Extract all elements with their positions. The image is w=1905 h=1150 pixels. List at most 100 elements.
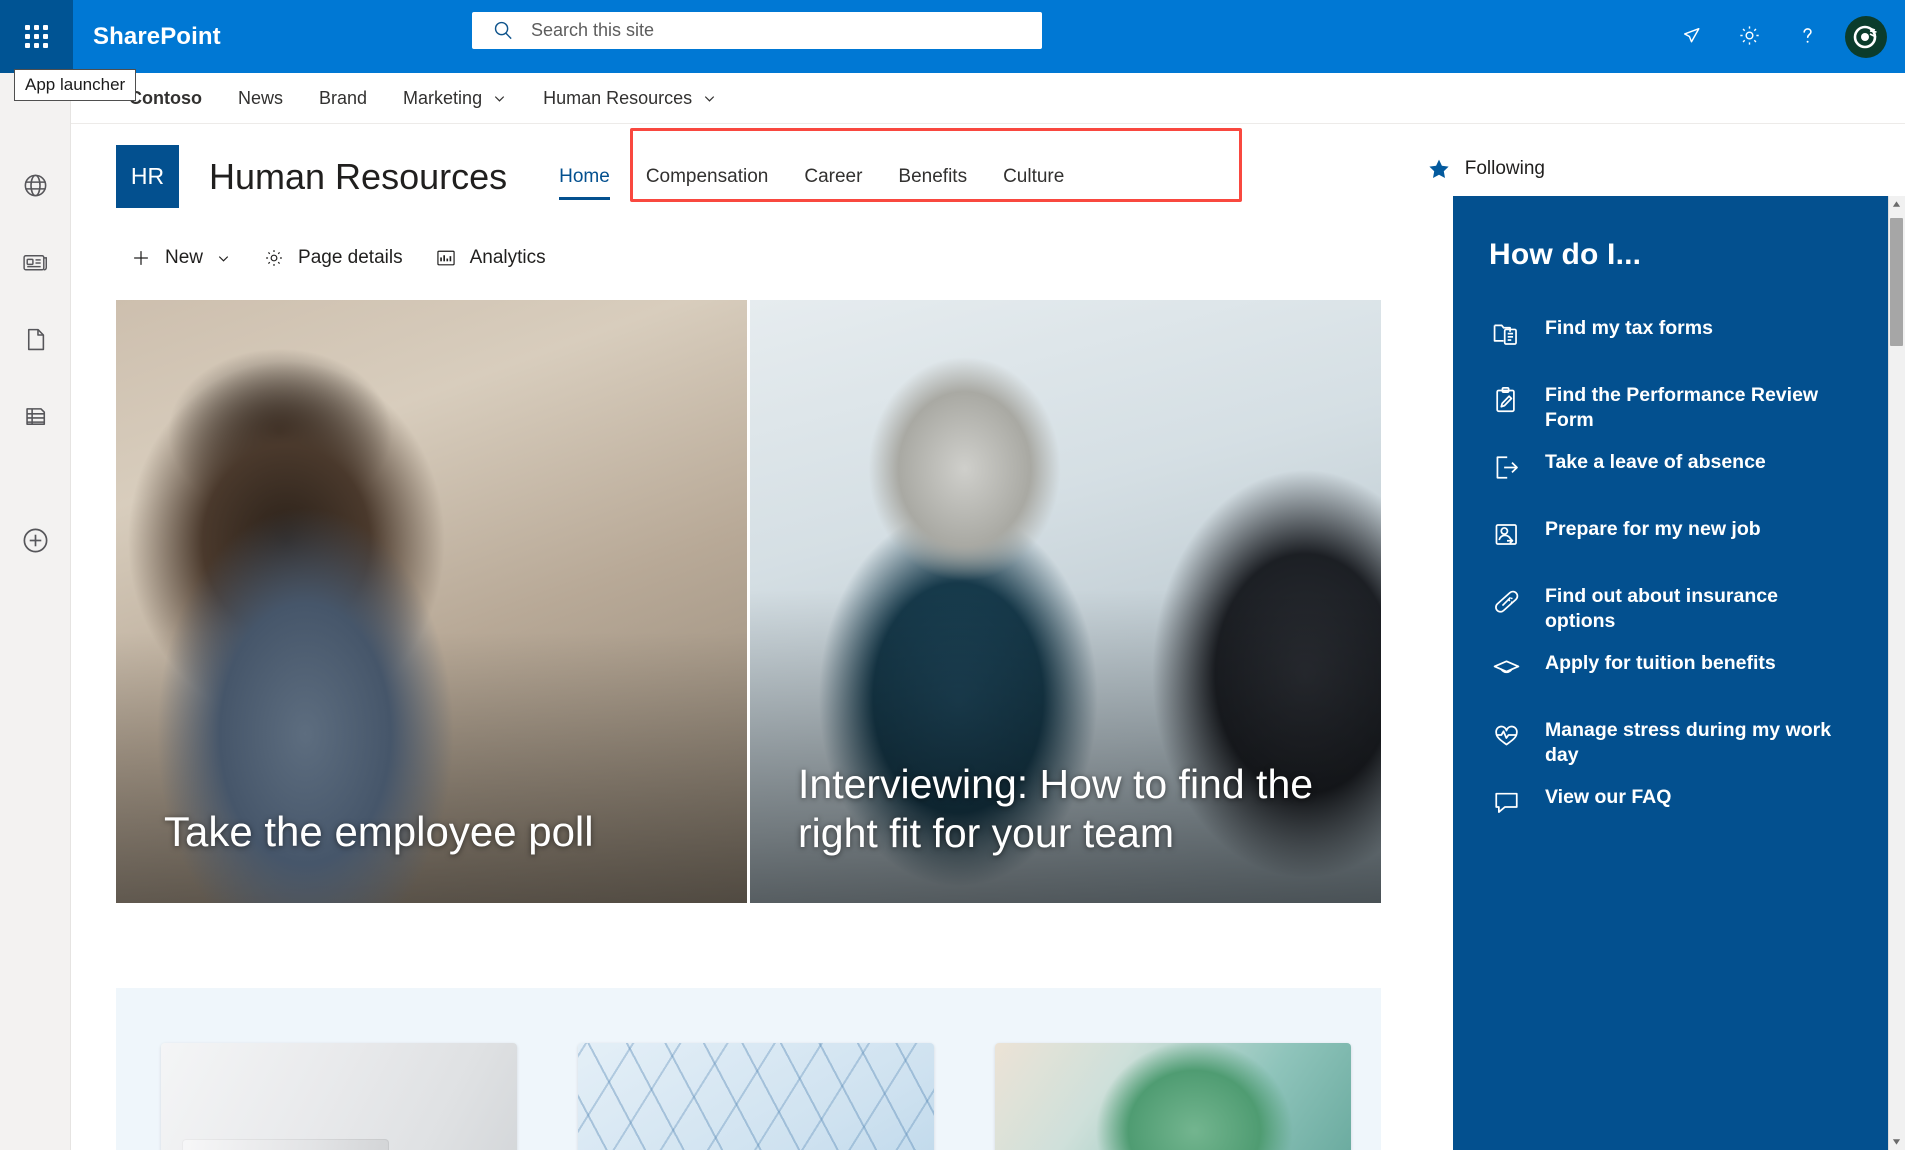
- how-do-i-item-leave-of-absence[interactable]: Take a leave of absence: [1489, 450, 1905, 517]
- news-card-image: [578, 1043, 934, 1150]
- how-do-i-item-tuition[interactable]: Apply for tuition benefits: [1489, 651, 1905, 718]
- sign-out-icon: [1489, 450, 1523, 483]
- clipboard-edit-icon: [1489, 383, 1523, 416]
- plus-circle-icon: [21, 526, 50, 560]
- following-button[interactable]: Following: [1427, 157, 1545, 181]
- app-launcher-button[interactable]: [0, 0, 73, 73]
- nav-label: Home: [559, 165, 610, 187]
- hero-web-part: Take the employee poll Interviewing: How…: [116, 300, 1381, 903]
- nav-item-career[interactable]: Career: [786, 154, 880, 200]
- topnav-label: Marketing: [403, 87, 483, 108]
- how-do-i-label: Find my tax forms: [1545, 317, 1713, 339]
- topnav-item-human-resources[interactable]: Human Resources: [525, 73, 735, 124]
- graduation-cap-icon: [1489, 651, 1523, 684]
- document-icon: [22, 326, 49, 358]
- left-rail: [0, 73, 71, 1150]
- news-cards-row: [161, 1043, 1381, 1150]
- gear-icon: [263, 247, 285, 269]
- nav-label: Compensation: [645, 165, 769, 187]
- suite-bar: SharePoint: [0, 0, 1905, 73]
- news-card-image: [995, 1043, 1351, 1150]
- following-label: Following: [1464, 158, 1545, 179]
- topnav-label: Contoso: [129, 87, 202, 108]
- how-do-i-item-tax-forms[interactable]: Find my tax forms: [1489, 316, 1905, 383]
- site-top-navigation: Contoso News Brand Marketing Human Resou…: [71, 73, 1905, 124]
- sharepoint-brand-link[interactable]: SharePoint: [93, 23, 221, 51]
- bandage-icon: [1489, 584, 1523, 617]
- new-button[interactable]: New: [116, 237, 245, 279]
- page-details-button[interactable]: Page details: [249, 237, 417, 279]
- sidebar-item-create[interactable]: [18, 526, 52, 560]
- gear-icon: [1737, 23, 1762, 51]
- topnav-label: News: [237, 87, 283, 108]
- globe-icon: [22, 172, 49, 204]
- sidebar-item-news[interactable]: [18, 248, 52, 282]
- how-do-i-item-new-job[interactable]: Prepare for my new job: [1489, 517, 1905, 584]
- how-do-i-item-faq[interactable]: View our FAQ: [1489, 785, 1905, 852]
- how-do-i-item-manage-stress[interactable]: Manage stress during my work day: [1489, 718, 1905, 785]
- how-do-i-list: Find my tax forms Find the Performance R…: [1489, 316, 1905, 852]
- hero-tile-employee-poll[interactable]: Take the employee poll: [116, 300, 747, 903]
- hero-tile-interviewing[interactable]: Interviewing: How to find the right fit …: [750, 300, 1381, 903]
- settings-button[interactable]: [1725, 13, 1773, 61]
- search-input[interactable]: [531, 20, 1042, 41]
- app-launcher-icon: [25, 25, 48, 48]
- chevron-down-icon: [492, 91, 507, 106]
- person-arrow-icon: [1489, 517, 1523, 550]
- news-cards-section: [116, 988, 1381, 1150]
- app-launcher-tooltip: App launcher: [14, 69, 137, 101]
- megaphone-icon: [1679, 23, 1704, 51]
- nav-item-culture[interactable]: Culture: [985, 154, 1082, 200]
- nav-item-home[interactable]: Home: [541, 154, 628, 200]
- how-do-i-label: Take a leave of absence: [1545, 451, 1766, 473]
- star-icon: [1427, 157, 1451, 181]
- sidebar-item-sites[interactable]: [18, 171, 52, 205]
- how-do-i-label: View our FAQ: [1545, 786, 1672, 808]
- how-do-i-item-performance-review[interactable]: Find the Performance Review Form: [1489, 383, 1905, 450]
- news-icon: [21, 248, 50, 282]
- list-icon: [22, 403, 49, 435]
- scroll-down-arrow[interactable]: [1888, 1133, 1905, 1150]
- how-do-i-label: Find out about insurance options: [1545, 585, 1778, 632]
- sidebar-item-lists[interactable]: [18, 402, 52, 436]
- help-button[interactable]: [1783, 13, 1831, 61]
- nav-item-compensation[interactable]: Compensation: [628, 154, 787, 200]
- user-avatar[interactable]: [1845, 15, 1887, 58]
- news-card-plant[interactable]: [995, 1043, 1351, 1150]
- analytics-label: Analytics: [469, 247, 546, 268]
- news-card-architecture[interactable]: [578, 1043, 934, 1150]
- topnav-item-brand[interactable]: Brand: [301, 73, 385, 124]
- news-card-image: [161, 1043, 517, 1150]
- how-do-i-scrollbar[interactable]: [1888, 196, 1905, 1150]
- site-logo: HR: [116, 145, 179, 208]
- folder-document-icon: [1489, 316, 1523, 349]
- nav-item-benefits[interactable]: Benefits: [880, 154, 985, 200]
- news-card-calculator[interactable]: [161, 1043, 517, 1150]
- scrollbar-thumb[interactable]: [1890, 218, 1903, 346]
- analytics-icon: [435, 247, 457, 269]
- how-do-i-item-insurance[interactable]: Find out about insurance options: [1489, 584, 1905, 651]
- megaphone-button[interactable]: [1667, 13, 1715, 61]
- search-box[interactable]: [472, 12, 1042, 49]
- suite-actions: [1667, 0, 1893, 73]
- topnav-label: Human Resources: [543, 87, 693, 108]
- plus-icon: [130, 247, 152, 269]
- topnav-item-news[interactable]: News: [220, 73, 301, 124]
- scroll-up-arrow[interactable]: [1888, 196, 1905, 213]
- sidebar-item-files[interactable]: [18, 325, 52, 359]
- topnav-label: Brand: [319, 87, 368, 108]
- how-do-i-label: Apply for tuition benefits: [1545, 652, 1776, 674]
- nav-label: Career: [804, 165, 863, 187]
- site-title[interactable]: Human Resources: [209, 156, 507, 198]
- hero-title: Interviewing: How to find the right fit …: [798, 761, 1314, 856]
- search-icon: [492, 19, 515, 42]
- site-navigation: Home Compensation Career Benefits Cultur…: [541, 137, 1082, 217]
- how-do-i-label: Manage stress during my work day: [1545, 719, 1832, 766]
- analytics-button[interactable]: Analytics: [421, 237, 560, 279]
- chevron-down-icon: [702, 91, 717, 106]
- heart-pulse-icon: [1489, 718, 1523, 751]
- topnav-item-marketing[interactable]: Marketing: [385, 73, 525, 124]
- how-do-i-label: Prepare for my new job: [1545, 518, 1761, 540]
- how-do-i-label: Find the Performance Review Form: [1545, 384, 1819, 431]
- new-label: New: [165, 247, 204, 268]
